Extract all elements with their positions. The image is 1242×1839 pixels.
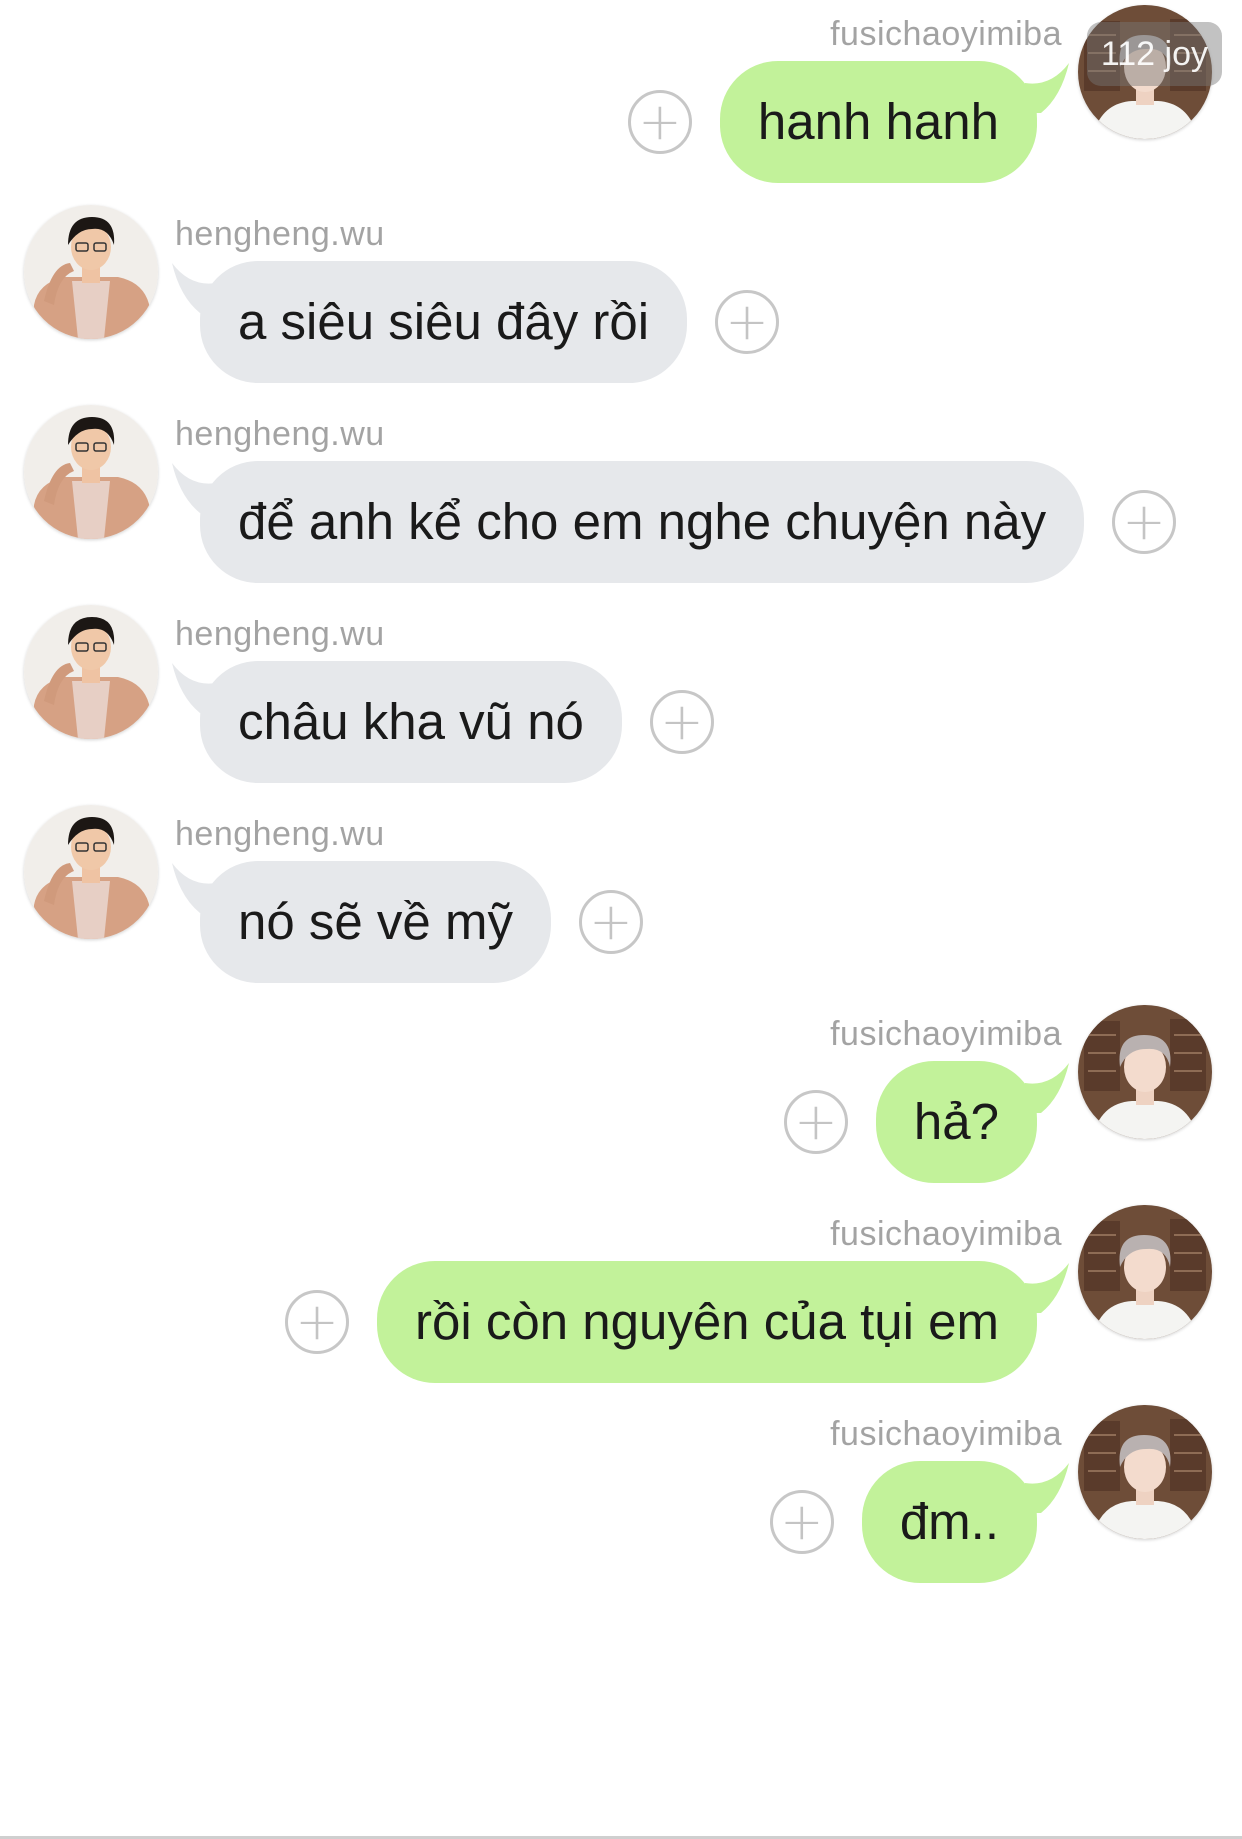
add-reaction-button[interactable]: + (649, 690, 714, 754)
message-row: fusichaoyimiba hanh hanh + (0, 0, 1242, 195)
message-bubble[interactable]: a siêu siêu đây rồi (200, 261, 688, 383)
avatar-photo-icon[interactable] (24, 405, 158, 539)
message-bubble[interactable]: châu kha vũ nó (200, 661, 622, 783)
add-reaction-button[interactable]: + (284, 1290, 349, 1354)
sender-name: fusichaoyimiba (830, 15, 1062, 53)
sender-name: hengheng.wu (175, 815, 385, 853)
sender-name: fusichaoyimiba (830, 1415, 1062, 1453)
sender-name: fusichaoyimiba (830, 1215, 1062, 1253)
message-bubble[interactable]: để anh kể cho em nghe chuyện này (200, 461, 1085, 583)
message-row: hengheng.wu châu kha vũ nó + (0, 595, 1242, 795)
chat-thread: 112 joy fusichaoyimiba hanh hanh + hengh… (0, 0, 1242, 1839)
add-reaction-button[interactable]: + (783, 1090, 848, 1154)
sender-name: fusichaoyimiba (830, 1015, 1062, 1053)
avatar-photo-icon[interactable] (1078, 1405, 1212, 1539)
message-row: hengheng.wu nó sẽ về mỹ + (0, 795, 1242, 995)
sender-name: hengheng.wu (175, 215, 385, 253)
avatar-photo-icon[interactable] (1078, 1005, 1212, 1139)
message-bubble[interactable]: hả? (875, 1061, 1037, 1183)
message-row: hengheng.wu để anh kể cho em nghe chuyện… (0, 395, 1242, 595)
avatar-photo-icon[interactable] (1078, 1205, 1212, 1339)
message-bubble[interactable]: hanh hanh (719, 61, 1037, 183)
sender-name: hengheng.wu (175, 615, 385, 653)
add-reaction-button[interactable]: + (715, 290, 780, 354)
watermark-badge: 112 joy (1086, 22, 1222, 86)
message-row: fusichaoyimiba rồi còn nguyên của tụi em… (0, 1195, 1242, 1395)
message-row: fusichaoyimiba đm.. + (0, 1395, 1242, 1595)
message-bubble[interactable]: rồi còn nguyên của tụi em (376, 1261, 1037, 1383)
avatar-photo-icon[interactable] (24, 805, 158, 939)
message-bubble[interactable]: nó sẽ về mỹ (200, 861, 551, 983)
avatar-photo-icon[interactable] (24, 205, 158, 339)
add-reaction-button[interactable]: + (627, 90, 692, 154)
message-row: hengheng.wu a siêu siêu đây rồi + (0, 195, 1242, 395)
avatar-photo-icon[interactable] (24, 605, 158, 739)
message-bubble[interactable]: đm.. (861, 1461, 1037, 1583)
sender-name: hengheng.wu (175, 415, 385, 453)
add-reaction-button[interactable]: + (769, 1490, 834, 1554)
add-reaction-button[interactable]: + (1112, 490, 1177, 554)
add-reaction-button[interactable]: + (578, 890, 643, 954)
message-row: fusichaoyimiba hả? + (0, 995, 1242, 1195)
